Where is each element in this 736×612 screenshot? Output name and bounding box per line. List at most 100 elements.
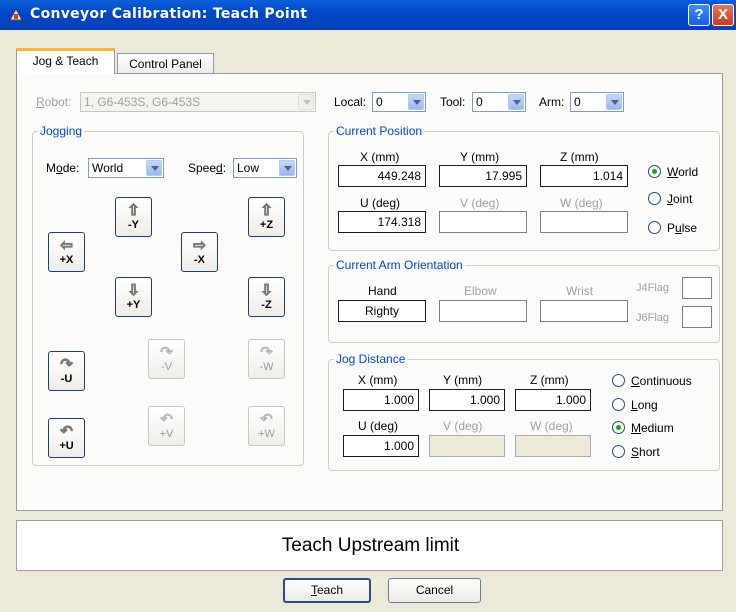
local-dropdown-icon	[408, 94, 424, 110]
arrow-up-icon: ⇧	[127, 202, 140, 219]
robot-select[interactable]: 1, G6-453S, G6-453S	[80, 92, 316, 112]
tool-dropdown-icon	[508, 94, 524, 110]
wrist-label: Wrist	[566, 284, 594, 298]
radio-short-label[interactable]: Short	[631, 445, 660, 459]
radio-continuous[interactable]	[612, 374, 625, 387]
radio-pulse-label[interactable]: Pulse	[667, 221, 697, 235]
jog-plus-y-label: +Y	[126, 299, 141, 311]
jog-minus-x-button[interactable]: ⇨ -X	[181, 232, 218, 272]
radio-medium-label[interactable]: Medium	[631, 421, 674, 435]
app-icon	[9, 7, 23, 21]
jog-plus-z-button[interactable]: ⇧ +Z	[248, 197, 285, 237]
pos-w-label: W (deg)	[560, 196, 603, 210]
jog-plus-z-label: +Z	[259, 219, 274, 231]
j4flag-field	[682, 277, 712, 299]
arrow-down-icon: ⇩	[127, 282, 140, 299]
tab-jog-teach[interactable]: Jog & Teach	[16, 48, 115, 74]
dist-w-label: W (deg)	[530, 419, 573, 433]
robot-value: 1, G6-453S, G6-453S	[84, 95, 201, 109]
jog-minus-w-button[interactable]: ↷ -W	[248, 339, 285, 379]
jog-minus-y-button[interactable]: ⇧ -Y	[115, 197, 152, 237]
speed-label: Speed:	[188, 161, 227, 175]
radio-medium[interactable]	[612, 421, 625, 434]
radio-long[interactable]	[612, 398, 625, 411]
dist-v-label: V (deg)	[443, 419, 483, 433]
speed-value: Low	[237, 161, 260, 175]
rotate-ccw-icon: ↶	[160, 411, 173, 428]
rotate-cw-icon: ↷	[60, 356, 73, 373]
jog-minus-z-label: -Z	[261, 299, 272, 311]
jog-plus-w-label: +W	[258, 428, 275, 440]
jog-distance-title: Jog Distance	[334, 352, 408, 366]
local-label: Local:	[334, 95, 367, 109]
rotate-ccw-icon: ↶	[60, 423, 73, 440]
arm-dropdown-icon	[606, 94, 622, 110]
radio-continuous-label[interactable]: Continuous	[631, 374, 692, 388]
pos-w-field	[540, 211, 628, 233]
radio-world-label[interactable]: World	[667, 165, 698, 179]
mode-select[interactable]: World	[88, 158, 164, 178]
dist-u-label: U (deg)	[358, 419, 399, 433]
radio-long-label[interactable]: Long	[631, 398, 658, 412]
jog-plus-u-label: +U	[59, 440, 74, 452]
radio-short[interactable]	[612, 445, 625, 458]
jog-plus-v-button[interactable]: ↶ +V	[148, 406, 185, 446]
arm-select[interactable]: 0	[570, 92, 624, 112]
pos-z-label: Z (mm)	[560, 150, 599, 164]
dist-x-input[interactable]: 1.000	[343, 389, 419, 411]
hand-label: Hand	[368, 284, 397, 298]
teach-button[interactable]: Teach	[283, 578, 371, 603]
jog-plus-u-button[interactable]: ↶ +U	[48, 418, 85, 458]
arm-label: Arm:	[539, 95, 565, 109]
mode-value: World	[92, 161, 124, 175]
dist-u-input[interactable]: 1.000	[343, 435, 419, 457]
jog-minus-u-button[interactable]: ↷ -U	[48, 351, 85, 391]
pos-u-field: 174.318	[338, 211, 426, 233]
wrist-field	[540, 300, 628, 322]
local-select[interactable]: 0	[372, 92, 426, 112]
jog-plus-y-button[interactable]: ⇩ +Y	[115, 277, 152, 317]
dist-y-input[interactable]: 1.000	[429, 389, 505, 411]
arrow-left-icon: ⇦	[60, 237, 73, 254]
mode-dropdown-icon	[146, 160, 162, 176]
help-button[interactable]: ?	[688, 4, 710, 26]
arm-value: 0	[574, 95, 581, 109]
cancel-button[interactable]: Cancel	[388, 578, 481, 603]
radio-joint[interactable]	[648, 192, 661, 205]
tool-value: 0	[476, 95, 483, 109]
jog-minus-z-button[interactable]: ⇩ -Z	[248, 277, 285, 317]
rotate-ccw-icon: ↶	[260, 411, 273, 428]
pos-z-field: 1.014	[540, 165, 628, 187]
tab-control-panel[interactable]: Control Panel	[117, 53, 214, 75]
j4flag-label: J4Flag	[636, 282, 670, 294]
close-button[interactable]: X	[712, 4, 734, 26]
jog-minus-v-label: -V	[161, 361, 172, 373]
jog-minus-v-button[interactable]: ↷ -V	[148, 339, 185, 379]
arrow-up-icon: ⇧	[260, 202, 273, 219]
elbow-field	[439, 300, 527, 322]
speed-select[interactable]: Low	[233, 158, 297, 178]
jog-minus-y-label: -Y	[128, 219, 139, 231]
jog-plus-w-button[interactable]: ↶ +W	[248, 406, 285, 446]
radio-pulse[interactable]	[648, 221, 661, 234]
jog-minus-u-label: -U	[60, 373, 73, 385]
pos-v-label: V (deg)	[460, 196, 500, 210]
tool-select[interactable]: 0	[472, 92, 526, 112]
radio-world[interactable]	[648, 165, 661, 178]
j6flag-field	[682, 306, 712, 328]
jog-minus-w-label: -W	[259, 361, 274, 373]
hand-field: Righty	[338, 300, 426, 322]
status-area: Teach Upstream limit	[16, 520, 723, 571]
radio-joint-label[interactable]: Joint	[667, 192, 692, 206]
rotate-cw-icon: ↷	[260, 344, 273, 361]
arm-orientation-title: Current Arm Orientation	[334, 258, 465, 272]
dist-z-input[interactable]: 1.000	[515, 389, 591, 411]
rotate-cw-icon: ↷	[160, 344, 173, 361]
mode-label: Mode:	[46, 161, 80, 175]
title-bar[interactable]: Conveyor Calibration: Teach Point ? X	[0, 0, 736, 30]
jog-plus-x-button[interactable]: ⇦ +X	[48, 232, 85, 272]
pos-v-field	[439, 211, 527, 233]
jog-plus-v-label: +V	[159, 428, 174, 440]
current-position-group	[328, 131, 720, 251]
pos-x-field: 449.248	[338, 165, 426, 187]
